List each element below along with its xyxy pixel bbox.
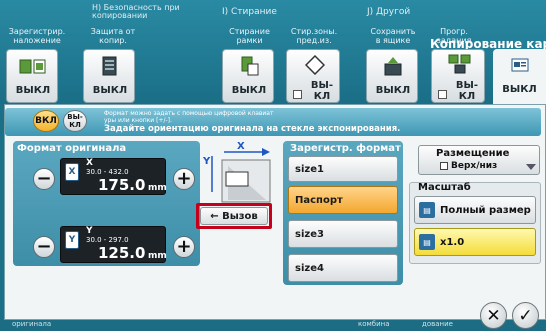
tile-save-box[interactable]: ВЫКЛ bbox=[366, 49, 418, 103]
registered-format-title: Зарегистр. формат bbox=[290, 143, 401, 154]
category-label-area-erase: Стир.зоны. пред.из. bbox=[290, 27, 338, 45]
x-unit: mm bbox=[148, 183, 167, 193]
category-title-other: J) Другой bbox=[367, 7, 411, 17]
diagram-y-label: Y bbox=[203, 156, 211, 167]
checkbox-icon bbox=[438, 90, 447, 99]
document-icon bbox=[102, 56, 117, 76]
tile-card-copy-active[interactable]: ВЫКЛ bbox=[493, 49, 546, 105]
category-title-erase: I) Стирание bbox=[222, 7, 277, 17]
category-label-frame-erase: Стирание рамки bbox=[229, 27, 270, 45]
placement-label: Размещение bbox=[436, 148, 510, 159]
x-plus-button[interactable]: + bbox=[173, 168, 195, 190]
tile-value: ВЫКЛ bbox=[375, 85, 411, 96]
category-label-save-box: Сохранить в ящике bbox=[370, 27, 416, 45]
tile-copy-guard[interactable]: ВЫКЛ bbox=[83, 49, 135, 103]
tile-value: ВЫ- КЛ bbox=[455, 80, 479, 102]
ratio-button[interactable]: ▤ x1.0 bbox=[414, 228, 536, 256]
tile-frame-erase[interactable]: ВЫКЛ bbox=[222, 49, 274, 103]
x-original-icon: X bbox=[65, 163, 79, 181]
placement-checkbox-icon bbox=[440, 162, 448, 170]
tile-value: ВЫКЛ bbox=[15, 85, 51, 96]
checkbox-icon bbox=[293, 90, 302, 99]
hint-line-1: Формат можно задать с помощью цифровой к… bbox=[104, 110, 274, 124]
y-axis-label: Y bbox=[86, 226, 93, 236]
category-label-registered-overlay: Зарегистрир. наложение bbox=[8, 27, 66, 45]
bottom-label-original: оригинала bbox=[12, 320, 52, 328]
y-value: 125.0 bbox=[98, 244, 146, 262]
registered-item-passport[interactable]: Паспорт bbox=[288, 186, 398, 214]
y-original-icon: Y bbox=[65, 231, 79, 249]
registered-item-size4[interactable]: size4 bbox=[288, 254, 398, 282]
tile-registered-overlay[interactable]: ВЫКЛ bbox=[6, 49, 58, 103]
x-axis-label: X bbox=[86, 158, 93, 168]
scale-title: Масштаб bbox=[418, 182, 471, 193]
tile-value: ВЫКЛ bbox=[502, 84, 537, 95]
category-title-security: H) Безопасность при копировании bbox=[92, 3, 180, 20]
tile-program-job[interactable]: ВЫ- КЛ bbox=[431, 49, 485, 103]
program-job-icon bbox=[448, 54, 472, 74]
overlay-icon bbox=[19, 58, 46, 76]
original-format-title: Формат оригинала bbox=[17, 143, 127, 154]
x-value: 175.0 bbox=[98, 176, 146, 194]
frame-erase-icon bbox=[241, 56, 259, 76]
diagram-x-label: X bbox=[237, 141, 245, 152]
category-label-copy-guard: Защита от копир. bbox=[90, 27, 136, 45]
full-size-label: Полный размер bbox=[440, 204, 531, 216]
chevron-down-icon bbox=[526, 164, 536, 170]
zoom-icon: ▤ bbox=[419, 234, 435, 250]
registered-item-size3[interactable]: size3 bbox=[288, 220, 398, 248]
y-range: 30.0 - 297.0 bbox=[86, 236, 129, 244]
full-size-button[interactable]: ▤ Полный размер bbox=[414, 196, 536, 224]
save-box-icon bbox=[384, 56, 402, 76]
bottom-label-combine: комбина bbox=[358, 320, 390, 328]
recall-button[interactable]: ← Вызов bbox=[200, 207, 268, 225]
x-range: 30.0 - 432.0 bbox=[86, 168, 129, 176]
card-icon bbox=[511, 57, 529, 72]
ok-check-icon[interactable]: ✓ bbox=[512, 302, 539, 329]
toggle-on-button[interactable]: ВКЛ bbox=[33, 110, 59, 132]
y-unit: mm bbox=[148, 251, 167, 261]
y-plus-button[interactable]: + bbox=[173, 236, 195, 258]
eraser-icon bbox=[304, 54, 326, 76]
tile-value: ВЫ- КЛ bbox=[310, 80, 334, 102]
hint-line-2: Задайте ориентацию оригинала на стекле э… bbox=[104, 124, 401, 134]
tile-area-erase[interactable]: ВЫ- КЛ bbox=[286, 49, 340, 103]
y-minus-button[interactable]: − bbox=[33, 236, 55, 258]
tile-value: ВЫКЛ bbox=[92, 85, 128, 96]
close-icon[interactable]: ✕ bbox=[480, 302, 507, 329]
bottom-strip bbox=[0, 320, 546, 331]
bottom-label-dovanie: дование bbox=[422, 320, 453, 328]
full-size-icon: ▤ bbox=[419, 202, 435, 218]
registered-item-size1[interactable]: size1 bbox=[288, 156, 398, 182]
toggle-off-button[interactable]: ВЫ- КЛ bbox=[63, 110, 87, 132]
ratio-label: x1.0 bbox=[440, 236, 465, 248]
x-minus-button[interactable]: − bbox=[33, 168, 55, 190]
placement-value: Верх/низ bbox=[451, 161, 498, 171]
tile-value: ВЫКЛ bbox=[231, 85, 267, 96]
